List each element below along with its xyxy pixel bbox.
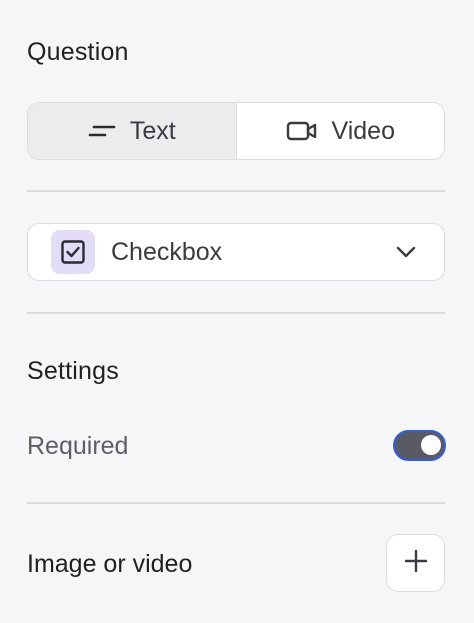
chevron-down-icon	[396, 246, 416, 258]
divider	[27, 502, 445, 504]
image-or-video-label: Image or video	[27, 550, 193, 578]
mode-video-label: Video	[331, 116, 396, 145]
mode-text-button[interactable]: Text	[28, 103, 237, 159]
add-media-button[interactable]	[386, 534, 445, 592]
mode-video-button[interactable]: Video	[237, 103, 445, 159]
required-toggle[interactable]	[393, 430, 446, 461]
checkbox-checked-icon	[51, 230, 95, 274]
question-type-value: Checkbox	[111, 237, 223, 266]
question-mode-segmented-control: Text Video	[27, 102, 445, 160]
text-lines-icon	[88, 123, 116, 139]
required-label: Required	[27, 432, 129, 460]
divider	[27, 312, 445, 314]
mode-text-label: Text	[129, 116, 176, 145]
question-type-select[interactable]: Checkbox	[27, 223, 445, 281]
question-settings-panel: Question Text Video Checkbox Settings Re…	[0, 0, 474, 623]
settings-heading: Settings	[27, 357, 119, 385]
plus-icon	[404, 549, 428, 578]
toggle-knob	[421, 435, 441, 455]
question-heading: Question	[27, 38, 129, 66]
divider	[27, 190, 445, 192]
video-camera-icon	[286, 120, 318, 142]
